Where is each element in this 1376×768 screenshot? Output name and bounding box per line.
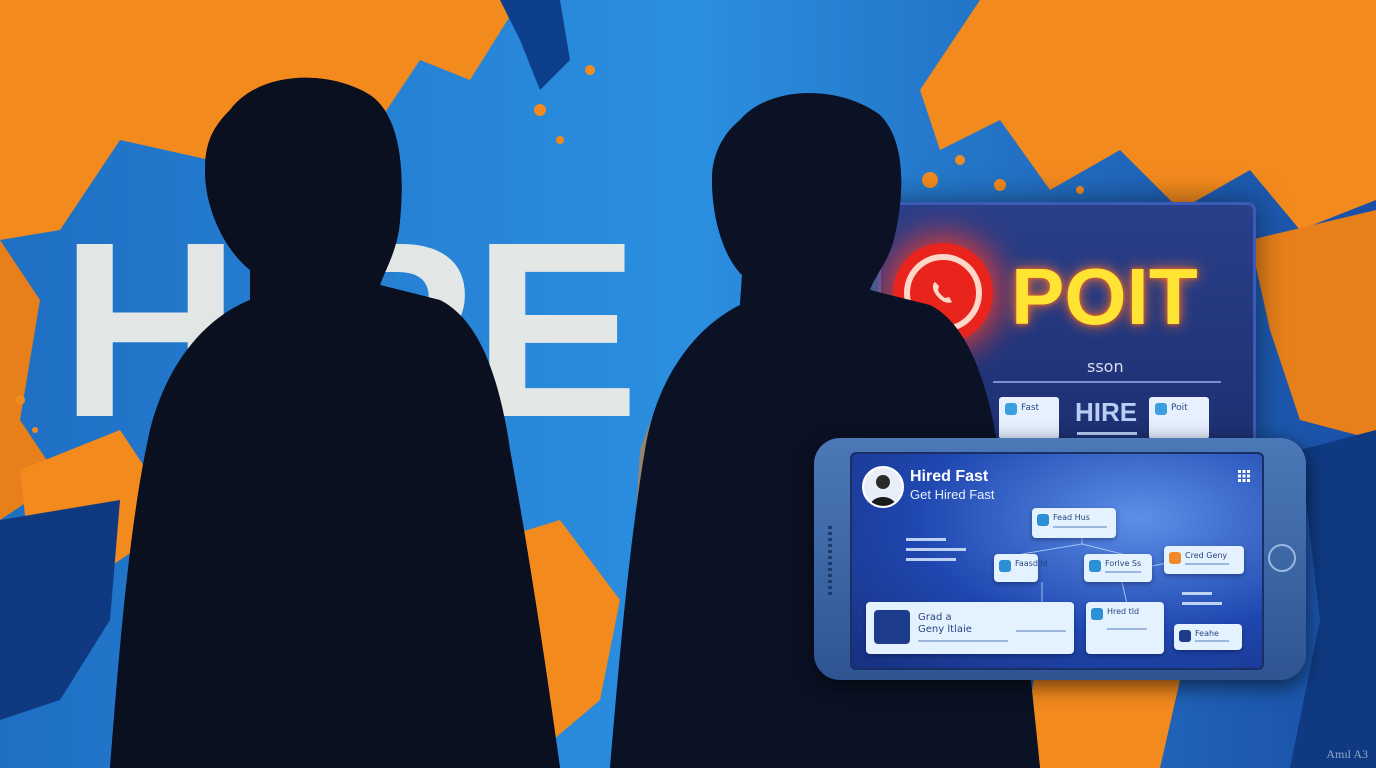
speaker-grille	[828, 526, 832, 596]
profile-icon	[1037, 514, 1049, 526]
artist-signature: Amıl A3	[1326, 747, 1368, 761]
list-item[interactable]: Cred Geny	[1164, 546, 1244, 574]
list-item[interactable]: Feahe	[1174, 624, 1242, 650]
chat-icon	[1089, 560, 1101, 572]
document-icon	[1091, 608, 1103, 620]
list-item[interactable]: Hred tld	[1086, 602, 1164, 654]
chat-icon	[999, 560, 1011, 572]
phone-icon	[1169, 552, 1181, 564]
phone-screen: Hired Fast Get Hired Fast Fead Hus Faasd…	[850, 452, 1264, 670]
home-button[interactable]	[1268, 544, 1296, 572]
scene: HiRE POIT sson Fast HIRE Poit	[0, 0, 1376, 768]
list-item[interactable]: Fead Hus	[1032, 508, 1116, 538]
list-item[interactable]: Faasd ld	[994, 554, 1048, 582]
smartphone: Hired Fast Get Hired Fast Fead Hus Faasd…	[814, 438, 1306, 680]
featured-card[interactable]: Grad a Geny ltlaie	[866, 602, 1074, 654]
list-item[interactable]: Forlve Ss	[1084, 554, 1152, 582]
app-icon	[1179, 630, 1191, 642]
phone-app-icon	[874, 610, 910, 644]
